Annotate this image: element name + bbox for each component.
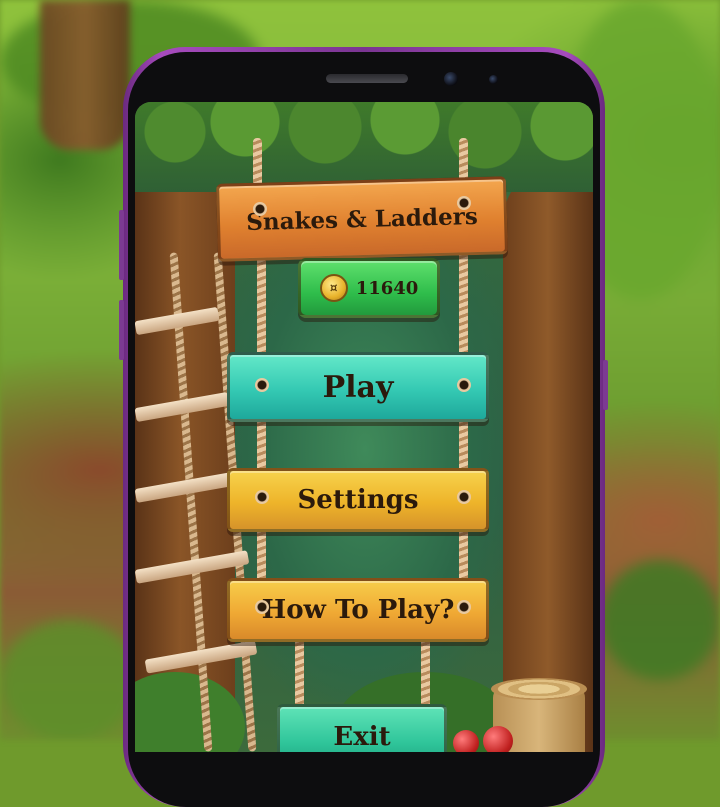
exit-label: Exit — [333, 722, 391, 752]
rope-knot — [255, 378, 269, 392]
settings-label: Settings — [297, 485, 419, 515]
coin-count: 11640 — [355, 277, 419, 299]
game-title: Snakes & Ladders — [245, 202, 479, 236]
phone-volume-button — [119, 300, 124, 360]
game-screen: Snakes & Ladders ¤ 11640 Play Settings H… — [135, 102, 593, 752]
hanging-rope — [253, 138, 262, 188]
berry — [483, 726, 513, 752]
coin-icon: ¤ — [319, 274, 348, 302]
front-camera-icon — [444, 72, 458, 86]
background-tree-trunk — [40, 0, 130, 150]
play-label: Play — [322, 369, 394, 405]
phone-speaker — [326, 74, 408, 83]
sensor-icon — [489, 75, 498, 84]
rope-knot — [255, 490, 269, 504]
rope-knot — [255, 600, 269, 614]
hanging-rope — [459, 252, 468, 360]
how-to-play-label: How To Play? — [261, 595, 455, 625]
berry — [453, 730, 479, 752]
phone-volume-button — [119, 210, 124, 280]
exit-button[interactable]: Exit — [277, 704, 447, 752]
rope-knot — [253, 202, 267, 216]
rope-knot — [457, 378, 471, 392]
hanging-rope — [295, 632, 304, 708]
hanging-rope — [421, 632, 430, 708]
hanging-rope — [257, 252, 266, 360]
right-tree-trunk — [503, 162, 593, 752]
rope-knot — [457, 600, 471, 614]
coin-balance-sign: ¤ 11640 — [298, 258, 440, 318]
phone-power-button — [603, 360, 608, 410]
game-title-sign: Snakes & Ladders — [216, 176, 508, 262]
rope-knot — [457, 490, 471, 504]
tree-stump-top — [491, 678, 587, 700]
rope-knot — [457, 196, 471, 210]
